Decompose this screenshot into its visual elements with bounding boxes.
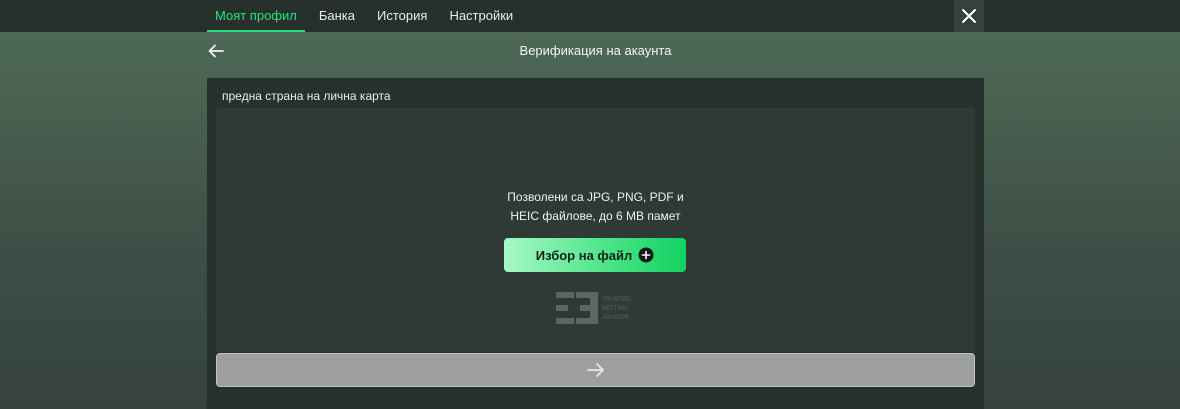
logo-text-line-1: TRUSTED	[602, 297, 631, 303]
nav-tabs: Моят профил Банка История Настройки	[207, 0, 527, 32]
plus-circle-icon	[638, 247, 654, 263]
logo-text-line-2: BETTING	[602, 306, 628, 312]
file-dropzone[interactable]: Позволени са JPG, PNG, PDF и HEIC файлов…	[216, 108, 975, 352]
trusted-betting-advisor-logo: TRUSTED BETTING ADVISOR	[556, 292, 631, 324]
arrow-right-icon	[586, 363, 604, 377]
logo-text-line-3: ADVISOR	[602, 315, 630, 321]
next-step-button[interactable]	[216, 353, 975, 387]
tab-history[interactable]: История	[369, 0, 435, 32]
allowed-formats-line-2: HEIC файлове, до 6 MB памет	[510, 209, 681, 223]
page-title: Верификация на акаунта	[519, 43, 672, 58]
tab-settings[interactable]: Настройки	[441, 0, 521, 32]
allowed-formats-text: Позволени са JPG, PNG, PDF и HEIC файлов…	[216, 188, 975, 226]
close-icon	[962, 9, 976, 23]
upload-panel: предна страна на лична карта Позволени с…	[207, 78, 984, 409]
choose-file-label: Избор на файл	[535, 247, 633, 263]
close-button[interactable]	[954, 0, 984, 32]
page-header: Верификация на акаунта	[207, 38, 984, 64]
allowed-formats-line-1: Позволени са JPG, PNG, PDF и	[507, 190, 684, 204]
choose-file-button[interactable]: Избор на файл	[504, 238, 686, 272]
top-nav-bar: Моят профил Банка История Настройки	[0, 0, 1180, 32]
section-label: предна страна на лична карта	[222, 89, 391, 103]
tab-bank[interactable]: Банка	[311, 0, 363, 32]
tab-my-profile[interactable]: Моят профил	[207, 0, 305, 32]
